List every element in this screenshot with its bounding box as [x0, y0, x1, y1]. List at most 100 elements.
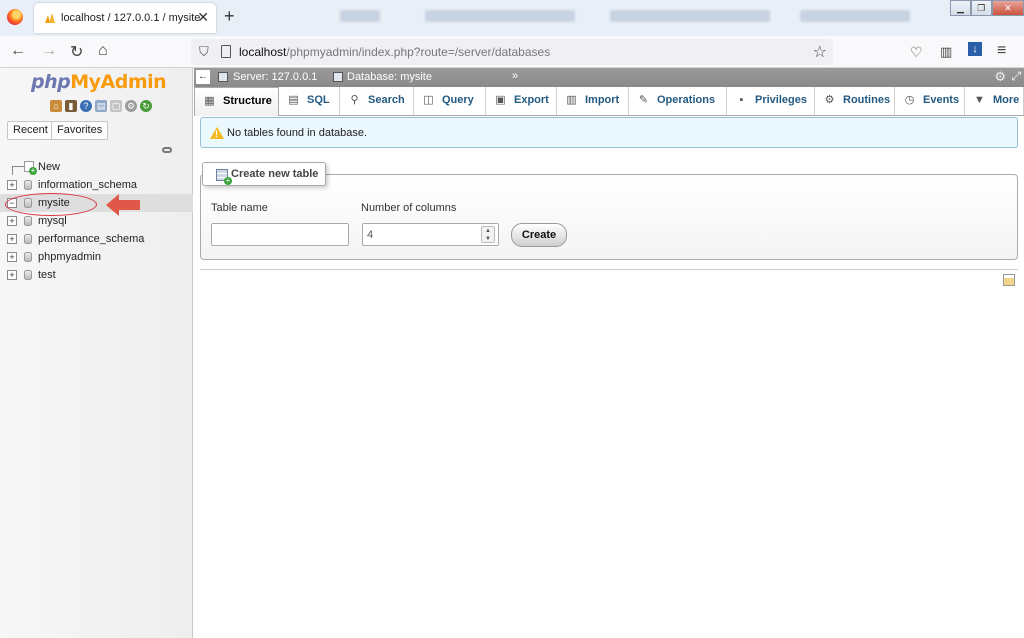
- tab-export[interactable]: ▣ Export: [486, 87, 557, 115]
- tab-label: Privileges: [755, 94, 807, 106]
- database-icon: [24, 216, 32, 226]
- pocket-icon[interactable]: ♡: [910, 44, 923, 61]
- server-icon: [218, 72, 228, 82]
- tree-item-performance-schema[interactable]: + performance_schema: [0, 230, 193, 248]
- url-path: /phpmyadmin/index.php?route=/server/data…: [286, 45, 551, 59]
- firefox-menu-icon[interactable]: [7, 9, 23, 25]
- tree-item-label: New: [38, 161, 61, 173]
- favorite-tables-button[interactable]: Favorites: [51, 121, 109, 140]
- breadcrumb-separator: »: [512, 70, 519, 82]
- console-icon[interactable]: [1003, 274, 1015, 286]
- query-icon: ◫: [423, 94, 434, 106]
- new-tab-button[interactable]: +: [224, 6, 235, 27]
- database-icon: [24, 252, 32, 262]
- notice-message: No tables found in database.: [200, 117, 1018, 148]
- privileges-icon: ▪: [739, 94, 744, 106]
- tab-label: Export: [514, 94, 549, 106]
- copy-icon[interactable]: ▢: [110, 100, 122, 112]
- phpmyadmin-logo[interactable]: phpMyAdmin: [31, 71, 167, 93]
- reload-icon[interactable]: ↻: [70, 42, 83, 62]
- structure-icon: ▦: [204, 95, 215, 107]
- library-icon[interactable]: ▥: [940, 44, 952, 60]
- tab-search[interactable]: ⚲ Search: [340, 87, 414, 115]
- caret-down-icon: ▼: [974, 94, 985, 106]
- database-icon: [24, 270, 32, 280]
- breadcrumb-database[interactable]: Database: mysite: [347, 71, 432, 83]
- browser-nav-bar: ← → ↻ ⌂ ⛉ localhost/phpmyadmin/index.php…: [0, 36, 1024, 68]
- collapse-navigation-icon[interactable]: ←: [196, 70, 210, 84]
- clock-icon: ◷: [904, 94, 915, 106]
- sql-icon: ▤: [288, 94, 299, 106]
- create-table-form: [200, 174, 1018, 260]
- link-with-main-icon[interactable]: [162, 147, 172, 153]
- back-arrow-icon[interactable]: ←: [10, 42, 26, 60]
- forward-arrow-icon[interactable]: →: [41, 42, 57, 60]
- logout-icon[interactable]: ▮: [65, 100, 77, 112]
- tab-more[interactable]: ▼ More: [965, 87, 1024, 115]
- num-columns-input[interactable]: [362, 223, 499, 246]
- expand-icon[interactable]: +: [7, 216, 17, 226]
- tab-close-icon[interactable]: ✕: [197, 9, 209, 26]
- tree-item-label: test: [38, 269, 56, 281]
- home-icon[interactable]: ⌂: [50, 100, 62, 112]
- maximize-icon[interactable]: ⤢: [1011, 69, 1021, 84]
- settings-gear-icon[interactable]: ⚙: [125, 100, 137, 112]
- page-info-icon[interactable]: [221, 45, 231, 58]
- create-button[interactable]: Create: [511, 223, 567, 247]
- tab-events[interactable]: ◷ Events: [895, 87, 965, 115]
- quick-links: ⌂ ▮ ? ▤ ▢ ⚙ ↻: [50, 100, 152, 112]
- tree-item-phpmyadmin[interactable]: + phpmyadmin: [0, 248, 193, 266]
- tab-operations[interactable]: ✎ Operations: [629, 87, 727, 115]
- restore-button[interactable]: ❐: [970, 0, 992, 16]
- tab-privileges[interactable]: ▪ Privileges: [727, 87, 815, 115]
- breadcrumb-server[interactable]: Server: 127.0.0.1: [233, 71, 317, 83]
- tab-label: Search: [368, 94, 405, 106]
- tree-item-information-schema[interactable]: + information_schema: [0, 176, 193, 194]
- address-bar[interactable]: ⛉ localhost/phpmyadmin/index.php?route=/…: [191, 39, 833, 65]
- import-icon: ▥: [566, 94, 577, 106]
- phpmyadmin-favicon-icon: [45, 13, 55, 23]
- expand-icon[interactable]: +: [7, 180, 17, 190]
- close-window-button[interactable]: ✕: [991, 0, 1024, 16]
- page-settings-icon[interactable]: ⚙: [994, 69, 1006, 85]
- divider: [200, 269, 1018, 270]
- number-spinner-icon[interactable]: ▲ ▼: [481, 226, 495, 243]
- expand-icon[interactable]: +: [7, 252, 17, 262]
- tracking-shield-icon[interactable]: ⛉: [199, 44, 209, 60]
- pma-navigation-panel: phpMyAdmin ⌂ ▮ ? ▤ ▢ ⚙ ↻ Recent Favorite…: [0, 68, 193, 638]
- tab-import[interactable]: ▥ Import: [557, 87, 629, 115]
- tab-label: More: [993, 94, 1020, 106]
- downloads-icon[interactable]: ↓: [968, 42, 982, 56]
- annotation-arrow-icon: [106, 194, 140, 216]
- table-name-input[interactable]: [211, 223, 349, 246]
- tree-item-test[interactable]: + test: [0, 266, 193, 284]
- num-columns-label: Number of columns: [361, 202, 457, 214]
- create-table-title: Create new table: [231, 168, 319, 180]
- tab-sql[interactable]: ▤ SQL: [279, 87, 340, 115]
- url-text[interactable]: localhost/phpmyadmin/index.php?route=/se…: [239, 45, 550, 59]
- tab-routines[interactable]: ⚙ Routines: [815, 87, 895, 115]
- database-icon: [24, 234, 32, 244]
- tree-item-label: information_schema: [38, 179, 138, 191]
- warning-icon: [210, 127, 224, 139]
- home-icon[interactable]: ⌂: [98, 42, 108, 60]
- expand-icon[interactable]: +: [7, 270, 17, 280]
- create-table-legend: Create new table: [202, 162, 326, 186]
- hamburger-menu-icon[interactable]: ≡: [997, 42, 1006, 60]
- bookmark-star-icon[interactable]: ☆: [813, 42, 827, 62]
- wrench-icon: ✎: [638, 94, 649, 106]
- recent-tables-button[interactable]: Recent: [7, 121, 54, 140]
- help-icon[interactable]: ?: [80, 100, 92, 112]
- minimize-button[interactable]: ▁: [950, 0, 971, 16]
- tab-title: localhost / 127.0.0.1 / mysite | p: [61, 12, 201, 24]
- tree-item-new[interactable]: New: [0, 158, 193, 176]
- browser-tab-active[interactable]: localhost / 127.0.0.1 / mysite | p ✕: [34, 3, 216, 33]
- docs-icon[interactable]: ▤: [95, 100, 107, 112]
- database-icon: [333, 72, 343, 82]
- window-controls: ▁ ❐ ✕: [950, 0, 1024, 16]
- expand-icon[interactable]: +: [7, 234, 17, 244]
- reload-navigation-icon[interactable]: ↻: [140, 100, 152, 112]
- tab-structure[interactable]: ▦ Structure: [194, 87, 279, 116]
- annotation-circle: [5, 193, 97, 216]
- tab-query[interactable]: ◫ Query: [414, 87, 486, 115]
